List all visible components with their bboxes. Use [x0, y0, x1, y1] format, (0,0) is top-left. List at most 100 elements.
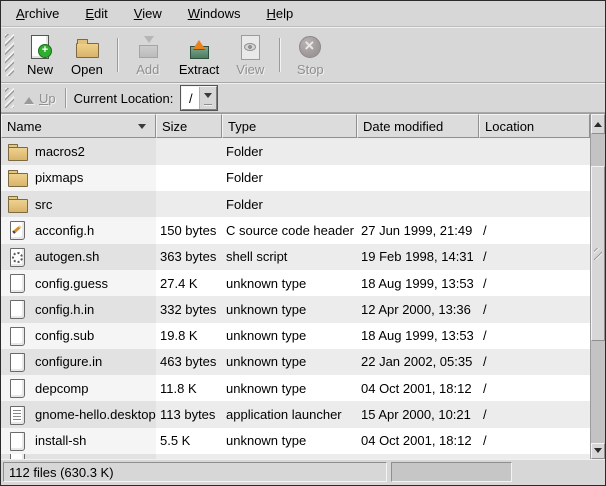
file-type: unknown type: [222, 270, 357, 296]
column-header-size[interactable]: Size: [156, 114, 222, 138]
scrollbar-up-button[interactable]: [591, 114, 605, 134]
file-row[interactable]: install-sh 5.5 K unknown type 04 Oct 200…: [1, 428, 590, 454]
file-location: /: [479, 296, 590, 322]
file-size: [156, 138, 222, 164]
column-header-type[interactable]: Type: [222, 114, 357, 138]
menu-item-windows[interactable]: Windows: [175, 2, 254, 25]
location-combobox[interactable]: /: [181, 86, 217, 110]
menu-item-archive[interactable]: Archive: [3, 2, 72, 25]
file-location: /: [479, 401, 590, 427]
file-location: /: [479, 270, 590, 296]
menu-item-help[interactable]: Help: [253, 2, 306, 25]
file-date-modified: 04 Oct 2001, 18:12: [357, 375, 479, 401]
column-header-date-modified[interactable]: Date modified: [357, 114, 479, 138]
file-location: [479, 138, 590, 164]
file-type: Folder: [222, 191, 357, 217]
toolbar-grip-handle[interactable]: [5, 34, 14, 76]
open-button[interactable]: Open: [63, 31, 111, 79]
file-date-modified: 18 Aug 1999, 13:53: [357, 270, 479, 296]
file-icon: [8, 432, 28, 450]
sort-indicator-icon: [138, 124, 146, 133]
file-type: application launcher: [222, 401, 357, 427]
view-button: View: [227, 31, 273, 79]
file-row[interactable]: config.guess 27.4 K unknown type 18 Aug …: [1, 270, 590, 296]
file-date-modified: 18 Aug 1999, 13:53: [357, 323, 479, 349]
file-size: 363 bytes: [156, 244, 222, 270]
file-location: [479, 165, 590, 191]
file-size: 5.5 K: [156, 428, 222, 454]
file-row[interactable]: depcomp 11.8 K unknown type 04 Oct 2001,…: [1, 375, 590, 401]
progress-bar: [391, 462, 512, 482]
file-location: [479, 191, 590, 217]
file-row[interactable]: configure.in 463 bytes unknown type 22 J…: [1, 349, 590, 375]
file-location: /: [479, 244, 590, 270]
column-header-row: Name Size Type Date modified Location: [1, 114, 590, 138]
file-date-modified: 22 Jan 2002, 05:35: [357, 349, 479, 375]
file-date-modified: 15 Apr 2000, 10:21: [357, 401, 479, 427]
extract-button[interactable]: Extract: [171, 31, 227, 79]
menubar: ArchiveEditViewWindowsHelp: [1, 1, 605, 27]
toolbar-separator: [117, 38, 119, 72]
file-list: Name Size Type Date modified Location ma…: [1, 113, 605, 459]
file-type: shell script: [222, 244, 357, 270]
file-date-modified: [357, 191, 479, 217]
locationbar-grip-handle[interactable]: [5, 88, 14, 108]
menu-item-edit[interactable]: Edit: [72, 2, 120, 25]
file-size: [156, 191, 222, 217]
file-icon: [8, 274, 28, 292]
menu-item-view[interactable]: View: [121, 2, 175, 25]
file-name: config.sub: [35, 328, 94, 343]
scrollbar-thumb[interactable]: [591, 166, 605, 341]
file-size: 150 bytes: [156, 217, 222, 243]
file-size: 27.4 K: [156, 270, 222, 296]
scroll-up-icon: [594, 118, 602, 127]
file-name: depcomp: [35, 381, 88, 396]
file-size: 113 bytes: [156, 401, 222, 427]
file-row[interactable]: macros2 Folder: [1, 138, 590, 164]
new-button[interactable]: New: [17, 31, 63, 79]
file-icon: [8, 379, 28, 397]
file-location: /: [479, 323, 590, 349]
file-icon: [8, 454, 28, 459]
file-size: 19.8 K: [156, 323, 222, 349]
file-size: 332 bytes: [156, 296, 222, 322]
file-row[interactable]: acconfig.h 150 bytes C source code heade…: [1, 217, 590, 243]
file-name: autogen.sh: [35, 249, 99, 264]
file-row[interactable]: config.h.in 332 bytes unknown type 12 Ap…: [1, 296, 590, 322]
file-type: Folder: [222, 138, 357, 164]
chevron-down-icon: [204, 93, 212, 102]
file-name: acconfig.h: [35, 223, 94, 238]
folder-icon: [8, 143, 28, 161]
status-message-frame: 112 files (630.3 K): [3, 462, 387, 482]
file-row[interactable]: pixmaps Folder: [1, 165, 590, 191]
add-icon: [135, 34, 161, 60]
file-row[interactable]: gnome-hello.desktop 113 bytes applicatio…: [1, 401, 590, 427]
file-icon: [8, 353, 28, 371]
column-header-location[interactable]: Location: [479, 114, 590, 138]
file-date-modified: 04 Oct 2001, 18:12: [357, 428, 479, 454]
file-row[interactable]: autogen.sh 363 bytes shell script 19 Feb…: [1, 244, 590, 270]
scroll-down-icon: [594, 448, 602, 457]
file-date-modified: [357, 165, 479, 191]
file-date-modified: [357, 138, 479, 164]
file-location: /: [479, 428, 590, 454]
file-row[interactable]: src Folder: [1, 191, 590, 217]
file-type: unknown type: [222, 349, 357, 375]
file-name: config.h.in: [35, 302, 94, 317]
add-button: Add: [125, 31, 171, 79]
file-rows-viewport: macros2 Folder pixmaps Folder src Folder: [1, 138, 590, 459]
file-date-modified: 27 Jun 1999, 21:49: [357, 217, 479, 243]
vertical-scrollbar[interactable]: [590, 114, 605, 459]
file-size: [156, 165, 222, 191]
file-type: unknown type: [222, 375, 357, 401]
scrollbar-down-button[interactable]: [591, 443, 605, 459]
file-row[interactable]: config.sub 19.8 K unknown type 18 Aug 19…: [1, 323, 590, 349]
scrollbar-trough[interactable]: [591, 134, 605, 443]
file-location: /: [479, 217, 590, 243]
file-size: 11.8 K: [156, 375, 222, 401]
file-name: src: [35, 197, 52, 212]
locationbar-separator: [65, 88, 67, 108]
column-header-name[interactable]: Name: [1, 114, 156, 138]
location-combobox-arrow[interactable]: [200, 87, 216, 109]
new-icon: [27, 34, 53, 60]
